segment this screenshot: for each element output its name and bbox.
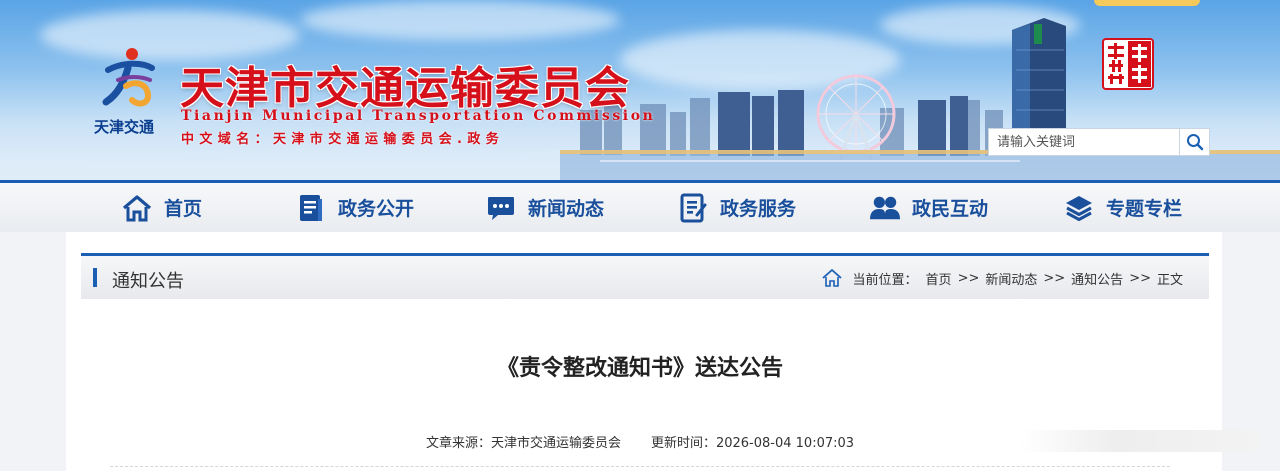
breadcrumb-separator: >>: [957, 270, 980, 286]
breadcrumb-separator: >>: [1043, 270, 1066, 286]
search-button[interactable]: [1179, 129, 1209, 155]
article-title: 《责令整改通知书》送达公告: [496, 356, 783, 381]
nav-item-services[interactable]: 政务服务: [678, 183, 796, 232]
search-input[interactable]: [989, 129, 1179, 155]
article-updated-time: 更新时间：2026-08-04 10:07:03: [650, 436, 855, 451]
people-icon: [870, 193, 900, 223]
breadcrumb-current: 正文: [1156, 272, 1183, 288]
nav-label: 政民互动: [912, 198, 989, 220]
search-box: [988, 128, 1210, 156]
nav-label: 政务公开: [338, 198, 415, 220]
section-title: 通知公告: [112, 271, 184, 292]
document-icon: [296, 193, 326, 223]
header-banner: 天津交通 天津市交通运输委员会 Tianjin Municipal Transp…: [0, 0, 1280, 180]
section-marker: [93, 268, 97, 287]
search-icon: [1186, 134, 1203, 151]
home-icon: [122, 193, 152, 223]
nav-label: 政务服务: [720, 198, 797, 220]
tianjin-zhengwu-seal-icon[interactable]: [1102, 38, 1154, 90]
site-domain-line: 中文域名：天津市交通运输委员会.政务: [181, 132, 505, 147]
site-title-english: Tianjin Municipal Transportation Commiss…: [181, 108, 656, 124]
layers-icon: [1064, 193, 1094, 223]
site-title[interactable]: 天津市交通运输委员会: [180, 52, 630, 116]
breadcrumb-home-link[interactable]: 首页: [926, 269, 952, 288]
home-icon: [821, 269, 842, 287]
share-toolbar-placeholder: [1020, 430, 1260, 452]
breadcrumb-news-link[interactable]: 新闻动态: [985, 269, 1037, 288]
nav-item-news[interactable]: 新闻动态: [486, 183, 604, 232]
nav-label: 新闻动态: [528, 198, 605, 220]
article-source: 文章来源：天津市交通运输委员会: [425, 436, 621, 451]
nav-label: 专题专栏: [1106, 198, 1183, 220]
logo-caption: 天津交通: [94, 118, 155, 136]
chat-icon: [486, 193, 516, 223]
tianjin-transport-logo-icon: [102, 48, 155, 107]
section-header-bar: 通知公告 当前位置： 首页 >> 新闻动态 >> 通知公告 >> 正文: [81, 253, 1209, 299]
nav-item-interaction[interactable]: 政民互动: [870, 183, 988, 232]
main-nav: 首页 政务公开 新闻动态 政务服务 政民互动 专题专栏: [0, 180, 1280, 232]
top-tab-decoration: [1094, 0, 1200, 6]
breadcrumb: 当前位置： 首页 >> 新闻动态 >> 通知公告 >> 正文: [821, 267, 1183, 289]
nav-item-government-affairs[interactable]: 政务公开: [296, 183, 414, 232]
divider: [110, 466, 1170, 467]
nav-label: 首页: [164, 198, 203, 220]
nav-item-home[interactable]: 首页: [122, 183, 202, 232]
service-list-icon: [678, 193, 708, 223]
breadcrumb-notices-link[interactable]: 通知公告: [1071, 269, 1123, 288]
breadcrumb-label: 当前位置：: [852, 272, 918, 288]
nav-item-special-topics[interactable]: 专题专栏: [1064, 183, 1182, 232]
breadcrumb-separator: >>: [1129, 270, 1151, 286]
